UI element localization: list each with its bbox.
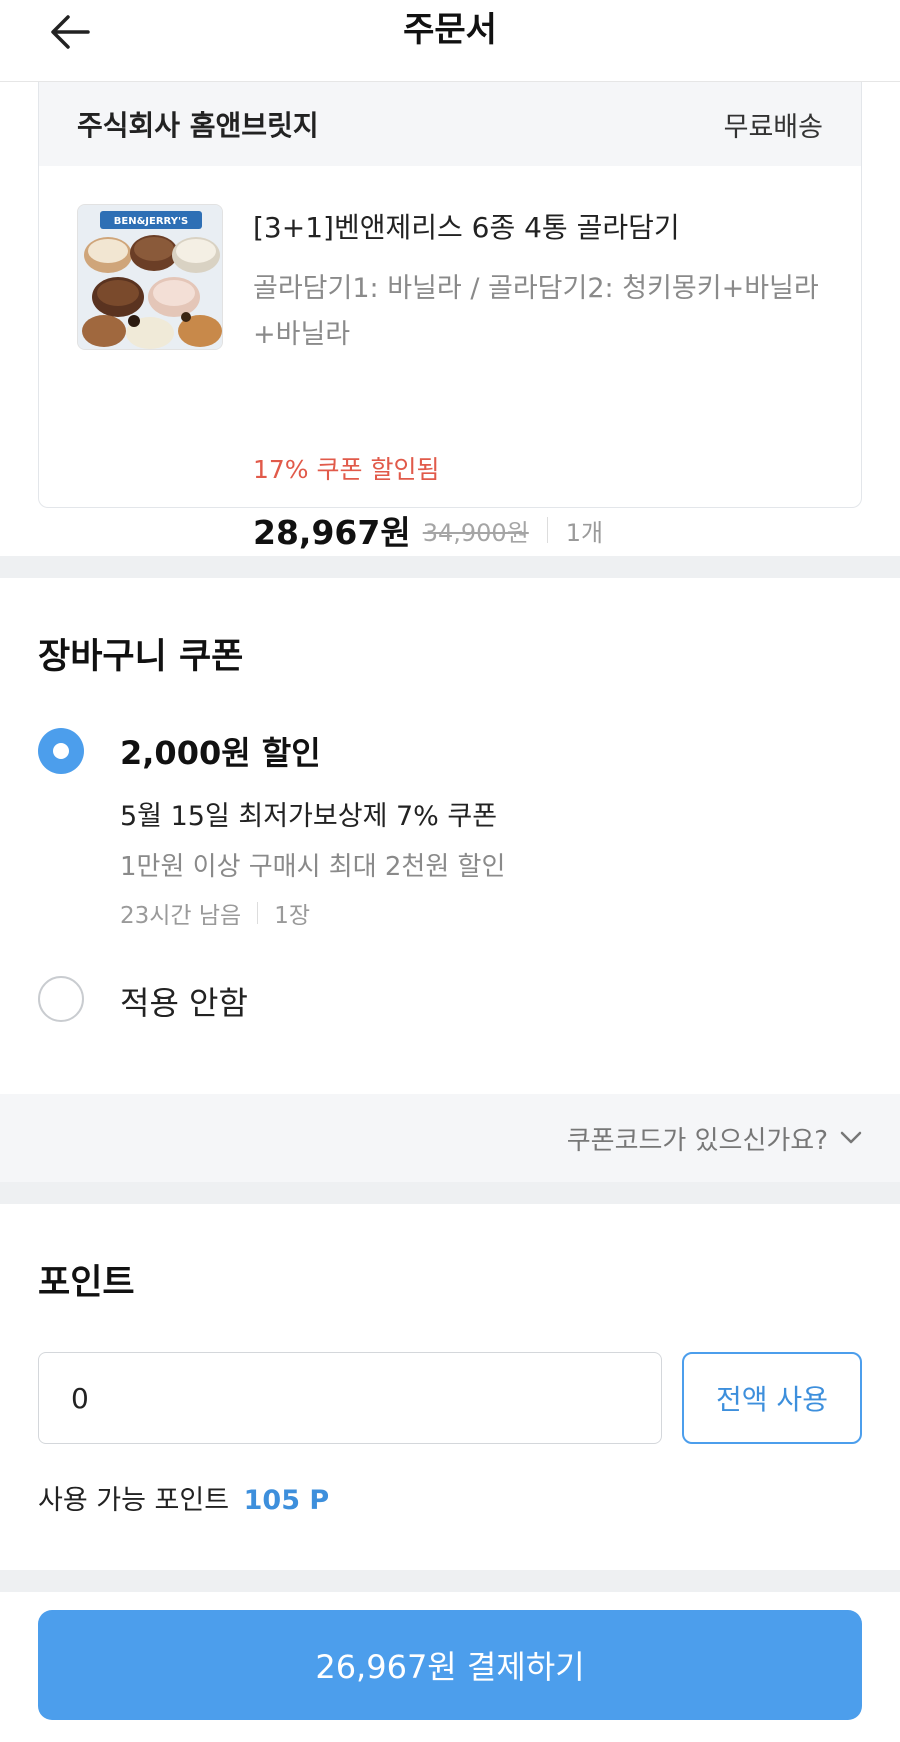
coupon-count: 1장 bbox=[274, 903, 311, 929]
coupon-code-toggle[interactable]: 쿠폰코드가 있으신가요? bbox=[567, 1094, 862, 1182]
product-quantity: 1개 bbox=[565, 518, 604, 547]
divider bbox=[546, 517, 548, 543]
product-thumbnail[interactable]: BEN&JERRY'S bbox=[77, 204, 223, 350]
coupon-discount-note: 17% 쿠폰 할인됨 bbox=[253, 455, 440, 484]
coupon-code-label: 쿠폰코드가 있으신가요? bbox=[566, 1125, 828, 1156]
brand-logo-text: BEN&JERRY'S bbox=[114, 216, 188, 227]
no-coupon-label[interactable]: 적용 안함 bbox=[120, 978, 248, 1024]
section-divider bbox=[0, 1570, 900, 1592]
point-input[interactable] bbox=[38, 1352, 662, 1444]
product-option: 골라담기1: 바닐라 / 골라담기2: 청키몽키+바닐라+바닐라 bbox=[253, 273, 819, 350]
price-row: 28,967원 34,900원 1개 bbox=[253, 506, 603, 554]
seller-header: 주식회사 홈앤브릿지 무료배송 bbox=[39, 82, 861, 166]
section-divider bbox=[0, 556, 900, 578]
coupon-condition: 1만원 이상 구매시 최대 2천원 할인 bbox=[120, 852, 506, 882]
page-title: 주문서 bbox=[403, 10, 497, 50]
product-name: [3+1]벤앤제리스 6종 4통 골라담기 bbox=[253, 211, 680, 244]
coupon-name: 5월 15일 최저가보상제 7% 쿠폰 bbox=[120, 801, 498, 832]
available-points-label: 사용 가능 포인트 bbox=[38, 1485, 230, 1516]
seller-card: 주식회사 홈앤브릿지 무료배송 BEN&JERRY'S [3+1]벤앤제리스 6… bbox=[38, 82, 862, 552]
chevron-down-icon bbox=[840, 1131, 862, 1144]
product-item: BEN&JERRY'S [3+1]벤앤제리스 6종 4통 골라담기 골라담기1:… bbox=[39, 166, 861, 552]
coupon-remaining-time: 23시간 남음 bbox=[120, 903, 242, 929]
original-price: 34,900원 bbox=[422, 518, 529, 547]
points-title: 포인트 bbox=[38, 1263, 135, 1303]
divider bbox=[257, 902, 259, 924]
use-all-points-button[interactable]: 전액 사용 bbox=[682, 1352, 862, 1444]
available-points-value: 105 P bbox=[243, 1485, 330, 1516]
product-price: 28,967원 bbox=[253, 513, 411, 552]
coupon-meta: 23시간 남음 1장 bbox=[120, 896, 310, 930]
cart-coupon-title: 장바구니 쿠폰 bbox=[38, 637, 244, 677]
section-divider bbox=[0, 1182, 900, 1204]
seller-name: 주식회사 홈앤브릿지 bbox=[77, 109, 319, 142]
available-points: 사용 가능 포인트 105 P bbox=[38, 1478, 329, 1517]
pay-button[interactable]: 26,967원 결제하기 bbox=[38, 1610, 862, 1720]
coupon-code-bar: 쿠폰코드가 있으신가요? bbox=[0, 1094, 900, 1182]
coupon-amount[interactable]: 2,000원 할인 bbox=[120, 728, 321, 774]
coupon-radio-none[interactable] bbox=[38, 976, 84, 1022]
coupon-radio-selected[interactable] bbox=[38, 728, 84, 774]
shipping-label: 무료배송 bbox=[723, 111, 823, 143]
top-header: 주문서 bbox=[0, 0, 900, 82]
